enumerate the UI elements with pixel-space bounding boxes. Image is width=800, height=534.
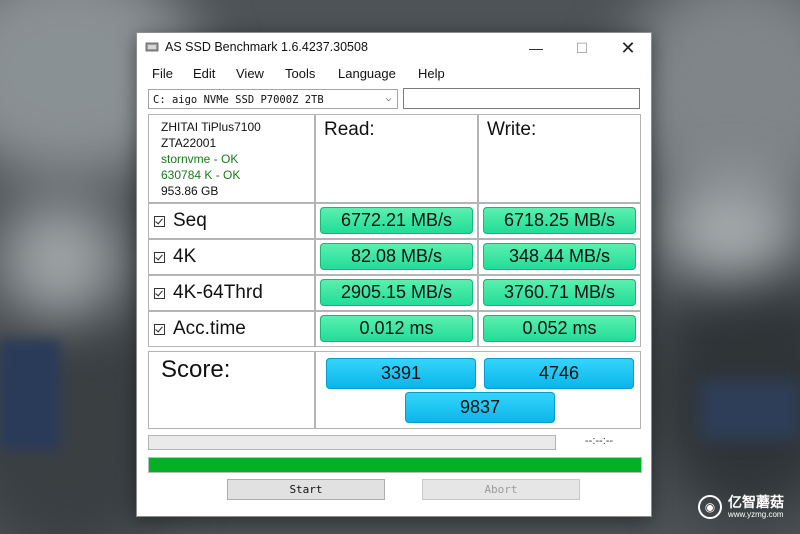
app-icon (145, 42, 159, 52)
menu-edit[interactable]: Edit (193, 66, 215, 81)
test-progress-bar (148, 435, 556, 450)
alignment-status: 630784 K - OK (161, 168, 241, 182)
driver-status: stornvme - OK (161, 152, 239, 166)
menu-bar: File Edit View Tools Language Help (137, 63, 651, 85)
watermark: ◉ 亿智蘑菇 www.yzmg.com (698, 495, 784, 519)
drive-firmware: ZTA22001 (161, 136, 217, 150)
test-4k[interactable]: 4K (148, 239, 315, 275)
elapsed-time: --:--:-- (585, 435, 614, 447)
progress-fill (149, 458, 641, 472)
seq-read-result: 6772.21 MB/s (320, 207, 473, 234)
result-cell: 2905.15 MB/s (315, 275, 478, 311)
acc-write-result: 0.052 ms (483, 315, 636, 342)
test-label-acc-time: Acc.time (173, 318, 246, 339)
drive-info-field[interactable] (403, 88, 640, 109)
result-cell: 348.44 MB/s (478, 239, 641, 275)
checkbox-4k[interactable] (154, 251, 165, 263)
result-cell: 6772.21 MB/s (315, 203, 478, 239)
4k64-read-result: 2905.15 MB/s (320, 279, 473, 306)
4k64-write-result: 3760.71 MB/s (483, 279, 636, 306)
test-label-seq: Seq (173, 210, 207, 231)
result-cell: 0.012 ms (315, 311, 478, 347)
acc-read-result: 0.012 ms (320, 315, 473, 342)
title-bar[interactable]: AS SSD Benchmark 1.6.4237.30508 — ☐ ✕ (137, 33, 651, 63)
overall-progress-bar (148, 457, 642, 473)
result-cell: 82.08 MB/s (315, 239, 478, 275)
score-total: 9837 (405, 392, 555, 423)
menu-view[interactable]: View (236, 66, 264, 81)
4k-write-result: 348.44 MB/s (483, 243, 636, 270)
drive-select[interactable]: C: aigo NVMe SSD P7000Z 2TB ⌵ (148, 89, 398, 109)
drive-info-panel: ZHITAI TiPlus7100 ZTA22001 stornvme - OK… (148, 114, 315, 203)
menu-language[interactable]: Language (338, 66, 396, 81)
drive-model: ZHITAI TiPlus7100 (161, 120, 261, 134)
watermark-name: 亿智蘑菇 (728, 494, 784, 510)
score-label: Score: (148, 351, 315, 429)
checkbox-seq[interactable] (154, 215, 165, 227)
watermark-url: www.yzmg.com (728, 510, 784, 519)
chevron-down-icon[interactable]: ⌵ (380, 90, 397, 108)
test-label-4k: 4K (173, 246, 197, 267)
score-area: 3391 4746 9837 (315, 351, 641, 429)
minimize-button[interactable]: — (513, 33, 559, 63)
read-header: Read: (315, 114, 478, 203)
menu-help[interactable]: Help (418, 66, 445, 81)
score-write: 4746 (484, 358, 634, 389)
result-cell: 6718.25 MB/s (478, 203, 641, 239)
watermark-logo-icon: ◉ (698, 495, 722, 519)
maximize-button[interactable]: ☐ (559, 33, 605, 63)
abort-button[interactable]: Abort (422, 479, 580, 500)
menu-file[interactable]: File (152, 66, 173, 81)
result-cell: 3760.71 MB/s (478, 275, 641, 311)
test-4k-64thrd[interactable]: 4K-64Thrd (148, 275, 315, 311)
test-acc-time[interactable]: Acc.time (148, 311, 315, 347)
test-seq[interactable]: Seq (148, 203, 315, 239)
4k-read-result: 82.08 MB/s (320, 243, 473, 270)
seq-write-result: 6718.25 MB/s (483, 207, 636, 234)
menu-tools[interactable]: Tools (285, 66, 315, 81)
window-title: AS SSD Benchmark 1.6.4237.30508 (165, 40, 368, 54)
drive-capacity: 953.86 GB (161, 184, 219, 198)
as-ssd-window: AS SSD Benchmark 1.6.4237.30508 — ☐ ✕ Fi… (136, 32, 652, 517)
checkbox-acc-time[interactable] (154, 323, 165, 335)
test-label-4k-64thrd: 4K-64Thrd (173, 282, 263, 303)
result-cell: 0.052 ms (478, 311, 641, 347)
close-button[interactable]: ✕ (605, 33, 651, 63)
checkbox-4k-64thrd[interactable] (154, 287, 165, 299)
write-header: Write: (478, 114, 641, 203)
start-button[interactable]: Start (227, 479, 385, 500)
drive-select-value: C: aigo NVMe SSD P7000Z 2TB (153, 94, 324, 106)
score-read: 3391 (326, 358, 476, 389)
